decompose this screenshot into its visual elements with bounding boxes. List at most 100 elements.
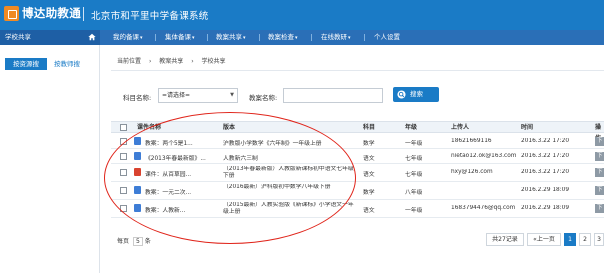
subject-cell: 数学 <box>363 190 375 196</box>
prev-page-button[interactable]: «上一页 <box>527 233 561 246</box>
nav-item-personal-settings[interactable]: 个人设置 <box>374 30 400 45</box>
subject-cell: 语文 <box>363 156 375 162</box>
nav-item-lesson-share[interactable]: 教案共享▾ <box>216 30 246 45</box>
search-icon <box>397 90 406 99</box>
uploader-cell: nietao12.ok@163.com <box>451 153 517 159</box>
column-header: 版本 <box>223 124 236 131</box>
page-button[interactable]: 2 <box>579 233 591 246</box>
home-icon[interactable] <box>88 33 96 41</box>
search-by-teacher-button[interactable]: 按教师搜 <box>54 58 80 70</box>
lesson-name-input[interactable] <box>283 88 383 103</box>
page-size-label: 每页 <box>117 238 130 245</box>
version-cell: 人教新六三制 <box>223 156 258 162</box>
time-cell: 2016.3.22 17:20 <box>521 138 570 144</box>
column-header: 年级 <box>405 124 418 131</box>
logo-icon <box>4 5 19 21</box>
nav-divider <box>259 34 260 41</box>
nav-item-group-lessons[interactable]: 集体备课▾ <box>165 30 195 45</box>
nav-divider <box>364 34 365 41</box>
subject-select[interactable]: =请选择= ▼ <box>158 88 238 103</box>
page-size-unit: 条 <box>144 238 151 245</box>
uploader-cell: 1683794476@qq.com <box>451 205 516 211</box>
breadcrumb-item: 当前位置 <box>117 58 142 65</box>
page-size-control: 每页 5 条 <box>117 236 151 246</box>
nav-divider <box>155 34 156 41</box>
chevron-down-icon: ▼ <box>230 92 234 98</box>
nav-divider <box>207 34 208 41</box>
main-content: 当前位置 › 教案共享 › 学校共享 科目名称: =请选择= ▼ 教案名称: 搜… <box>101 45 604 273</box>
time-cell: 2016.3.22 17:20 <box>521 169 570 175</box>
download-button[interactable]: 下 <box>595 152 604 161</box>
breadcrumb-item[interactable]: 学校共享 <box>202 58 226 65</box>
download-button[interactable]: 下 <box>595 168 604 177</box>
subject-cell: 数学 <box>363 141 375 147</box>
uploader-cell: hxy@126.com <box>451 169 493 175</box>
subject-cell: 语文 <box>363 172 375 178</box>
table-row: 教案：两个5是1... 沪教版小学数学《六年制》一年级上册 数学 一年级 186… <box>111 134 604 149</box>
column-header: 科目 <box>363 124 376 131</box>
time-cell: 2016.3.22 17:20 <box>521 153 570 159</box>
version-cell: （2015最新）人教实验版《新课标》小学语文一年级上册 <box>223 202 354 215</box>
logo-text: 博达助教通 <box>22 6 81 20</box>
uploader-cell: 18621669116 <box>451 138 492 144</box>
nav-divider <box>311 34 312 41</box>
file-name-link[interactable]: 教案：两个5是1... <box>145 138 219 147</box>
table-row: 课件：从百草园... （2013年春最新版）人教版新课标初中语文七年级下册 语文… <box>111 164 604 182</box>
breadcrumb: 当前位置 › 教案共享 › 学校共享 <box>117 56 232 65</box>
breadcrumb-item[interactable]: 教案共享 <box>159 58 183 65</box>
download-button[interactable]: 下 <box>595 186 604 195</box>
subject-cell: 语文 <box>363 208 375 214</box>
column-header: 上传人 <box>451 124 470 131</box>
nav-item-online-research[interactable]: 在线教研▾ <box>321 30 351 45</box>
time-cell: 2016.2.29 18:09 <box>521 187 570 193</box>
search-button-label: 搜索 <box>410 90 423 98</box>
word-file-icon <box>134 137 141 145</box>
row-checkbox[interactable] <box>120 153 127 160</box>
main-nav: 学校共享 我的备课▾ 集体备课▾ 教案共享▾ 教案检查▾ 在线教研▾ 个人设置 <box>0 30 604 45</box>
time-cell: 2016.2.29 18:09 <box>521 205 570 211</box>
grade-cell: 七年级 <box>405 156 423 162</box>
search-by-resource-button[interactable]: 按资源搜 <box>5 58 47 70</box>
subject-select-value: =请选择= <box>162 92 191 99</box>
word-file-icon <box>134 152 141 160</box>
select-all-checkbox[interactable] <box>120 124 127 131</box>
table-row: 教案：一元二次... （2016最新）沪科版初中数学八年级下册 数学 八年级 2… <box>111 182 604 200</box>
logo: 博达助教通 <box>4 5 81 21</box>
search-button[interactable]: 搜索 <box>393 87 439 102</box>
download-button[interactable]: 下 <box>595 204 604 213</box>
table-row: 《2013年春最新版》... 人教新六三制 语文 七年级 nietao12.ok… <box>111 149 604 164</box>
file-name-link[interactable]: 教案：一元二次... <box>145 187 219 196</box>
row-checkbox[interactable] <box>120 187 127 194</box>
grade-cell: 一年级 <box>405 141 423 147</box>
page-size-input[interactable]: 5 <box>132 237 143 246</box>
subject-label: 科目名称: <box>123 94 152 102</box>
grade-cell: 八年级 <box>405 190 423 196</box>
nav-section-label: 学校共享 <box>0 30 100 45</box>
file-name-link[interactable]: 课件：从百草园... <box>145 169 219 178</box>
header-divider <box>83 7 84 21</box>
word-file-icon <box>134 204 141 212</box>
sidebar: 按资源搜 按教师搜 <box>0 45 100 273</box>
table-row: 教案：人教新... （2015最新）人教实验版《新课标》小学语文一年级上册 语文… <box>111 200 604 218</box>
row-checkbox[interactable] <box>120 138 127 145</box>
row-checkbox[interactable] <box>120 169 127 176</box>
breadcrumb-sep: › <box>148 58 152 65</box>
breadcrumb-sep: › <box>191 58 194 65</box>
nav-item-my-lessons[interactable]: 我的备课▾ <box>113 30 143 45</box>
file-name-link[interactable]: 《2013年春最新版》... <box>145 153 219 162</box>
nav-item-lesson-check[interactable]: 教案检查▾ <box>268 30 298 45</box>
page-button[interactable]: 1 <box>564 233 576 246</box>
lesson-name-label: 教案名称: <box>249 94 278 102</box>
download-button[interactable]: 下 <box>595 137 604 146</box>
file-name-link[interactable]: 教案：人教新... <box>145 205 219 214</box>
page-button[interactable]: 3 <box>594 233 604 246</box>
version-cell: （2016最新）沪科版初中数学八年级下册 <box>223 184 331 190</box>
divider <box>111 70 604 71</box>
column-header: 时间 <box>521 124 534 131</box>
table-header: 课件名称 版本 科目 年级 上传人 时间 操作 <box>111 121 604 142</box>
grade-cell: 七年级 <box>405 172 423 178</box>
system-title: 北京市和平里中学备课系统 <box>91 11 209 22</box>
pdf-file-icon <box>134 168 141 176</box>
row-checkbox[interactable] <box>120 205 127 212</box>
grade-cell: 一年级 <box>405 208 423 214</box>
